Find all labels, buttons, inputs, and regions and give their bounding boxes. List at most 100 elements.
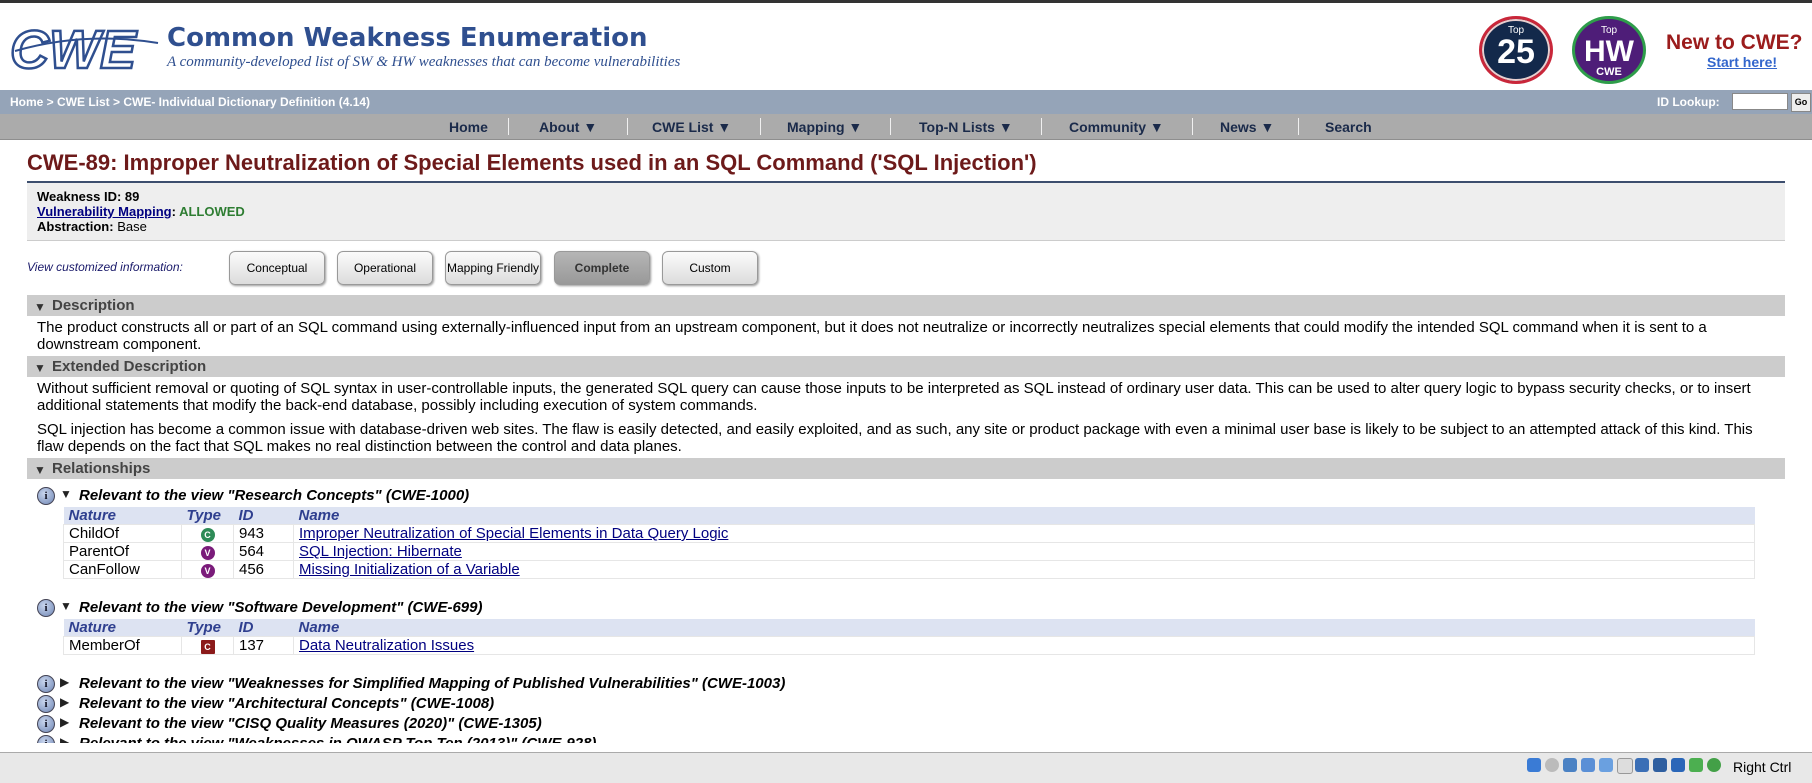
type-cell: C <box>181 524 234 543</box>
category-type-icon: C <box>200 640 215 654</box>
id-cell: 943 <box>233 524 294 543</box>
info-icon[interactable]: i <box>37 675 55 693</box>
extended-description-header[interactable]: ▼ Extended Description <box>27 356 1785 377</box>
mouse-integration-icon[interactable] <box>1707 758 1721 772</box>
nature-cell: CanFollow <box>63 560 182 579</box>
mapping-status: ALLOWED <box>179 204 245 219</box>
relationship-group-research: i ▼ Relevant to the view "Research Conce… <box>27 485 1785 579</box>
breadcrumb[interactable]: Home > CWE List > CWE- Individual Dictio… <box>10 95 370 109</box>
nav-top-n-lists[interactable]: Top-N Lists ▼ <box>919 119 1013 135</box>
nav-about[interactable]: About ▼ <box>539 119 597 135</box>
nature-cell: ParentOf <box>63 542 182 561</box>
relationship-group-title[interactable]: i ▼ Relevant to the view "Software Devel… <box>27 597 1785 619</box>
view-custom-button[interactable]: Custom <box>662 251 758 285</box>
info-icon[interactable]: i <box>37 487 55 505</box>
usb-icon[interactable] <box>1563 758 1577 772</box>
view-mapping-friendly-button[interactable]: Mapping Friendly <box>445 251 541 285</box>
info-icon[interactable]: i <box>37 695 55 713</box>
chevron-down-icon: ▼ <box>34 361 46 375</box>
chevron-right-icon[interactable]: ▶ <box>60 695 69 709</box>
info-icon[interactable]: i <box>37 735 55 743</box>
recording-icon[interactable] <box>1653 758 1667 772</box>
weakness-id-label: Weakness ID: <box>37 189 122 204</box>
page-title: CWE-89: Improper Neutralization of Speci… <box>27 150 1785 183</box>
weakness-link[interactable]: Improper Neutralization of Special Eleme… <box>299 525 728 542</box>
variant-type-icon: V <box>200 546 215 560</box>
weakness-link[interactable]: Data Neutralization Issues <box>299 637 474 654</box>
type-cell: V <box>181 560 234 579</box>
id-cell: 456 <box>233 560 294 579</box>
host-key-label: Right Ctrl <box>1733 759 1792 775</box>
main-content: CWE-89: Improper Neutralization of Speci… <box>27 140 1785 743</box>
id-cell: 564 <box>233 542 294 561</box>
vt-icon[interactable] <box>1689 758 1703 772</box>
nav-mapping[interactable]: Mapping ▼ <box>787 119 862 135</box>
top25-badge[interactable]: Top 25 <box>1479 16 1553 84</box>
type-cell: V <box>181 542 234 561</box>
chevron-right-icon[interactable]: ▶ <box>60 735 69 743</box>
column-name: Name <box>293 507 1755 525</box>
id-cell: 137 <box>233 636 294 655</box>
site-header: CWE Common Weakness Enumeration A commun… <box>0 3 1812 89</box>
collapsed-view-row[interactable]: i ▶ Relevant to the view "CISQ Quality M… <box>27 713 1785 733</box>
name-cell: SQL Injection: Hibernate <box>293 542 1755 561</box>
id-lookup-input[interactable] <box>1732 93 1788 110</box>
display-icon[interactable] <box>1617 758 1633 774</box>
column-nature: Nature <box>63 507 182 525</box>
svg-text:CWE: CWE <box>10 21 138 77</box>
new-to-cwe-heading: New to CWE? <box>1666 31 1803 54</box>
collapsed-view-row[interactable]: i ▶ Relevant to the view "Weaknesses for… <box>27 673 1785 693</box>
chevron-right-icon[interactable]: ▶ <box>60 675 69 689</box>
go-button[interactable]: Go <box>1791 93 1811 112</box>
nav-cwe-list[interactable]: CWE List ▼ <box>652 119 731 135</box>
relationship-group-title[interactable]: i ▼ Relevant to the view "Research Conce… <box>27 485 1785 507</box>
collapsed-view-row[interactable]: i ▶ Relevant to the view "Architectural … <box>27 693 1785 713</box>
cd-icon[interactable] <box>1545 758 1559 772</box>
nav-search[interactable]: Search <box>1325 119 1372 135</box>
collapsed-view-row[interactable]: i ▶ Relevant to the view "Weaknesses in … <box>27 733 1785 743</box>
nav-home[interactable]: Home <box>449 119 488 135</box>
relationships-header[interactable]: ▼ Relationships <box>27 458 1785 479</box>
table-header-row: Nature Type ID Name <box>63 619 1755 637</box>
weakness-link[interactable]: Missing Initialization of a Variable <box>299 561 520 578</box>
capture-icon[interactable] <box>1635 758 1649 772</box>
weakness-link[interactable]: SQL Injection: Hibernate <box>299 543 462 560</box>
view-conceptual-button[interactable]: Conceptual <box>229 251 325 285</box>
relationships-heading: Relationships <box>52 460 151 477</box>
cwe-logo[interactable]: CWE <box>10 21 160 77</box>
relationship-view-title: Relevant to the view "Weaknesses for Sim… <box>79 675 786 692</box>
table-row: MemberOf C 137 Data Neutralization Issue… <box>63 636 1755 655</box>
abstraction-row: Abstraction: Base <box>37 219 1775 234</box>
view-operational-button[interactable]: Operational <box>337 251 433 285</box>
id-lookup-label: ID Lookup: <box>1657 95 1720 109</box>
vulnerability-mapping-link[interactable]: Vulnerability Mapping <box>37 204 172 219</box>
site-title[interactable]: Common Weakness Enumeration <box>167 23 648 53</box>
cpu-icon[interactable] <box>1671 758 1685 772</box>
variant-type-icon: V <box>200 564 215 578</box>
start-here-link[interactable]: Start here! <box>1707 54 1777 70</box>
hdd-icon[interactable] <box>1527 758 1541 772</box>
chevron-down-icon[interactable]: ▼ <box>60 487 72 501</box>
network-icon[interactable] <box>1581 758 1595 772</box>
vm-status-bar: Right Ctrl <box>0 752 1812 783</box>
column-nature: Nature <box>63 619 182 637</box>
chevron-down-icon: ▼ <box>34 463 46 477</box>
weakness-id-value: 89 <box>124 189 140 204</box>
nav-separator <box>1192 118 1193 135</box>
top-hw-badge[interactable]: Top HW CWE <box>1572 16 1646 84</box>
chevron-down-icon[interactable]: ▼ <box>60 599 72 613</box>
nav-community[interactable]: Community ▼ <box>1069 119 1164 135</box>
description-header[interactable]: ▼ Description <box>27 295 1785 316</box>
weakness-id-row: Weakness ID: 89 <box>37 189 1775 204</box>
name-cell: Missing Initialization of a Variable <box>293 560 1755 579</box>
view-complete-button[interactable]: Complete <box>554 251 650 285</box>
info-icon[interactable]: i <box>37 715 55 733</box>
table-row: CanFollow V 456 Missing Initialization o… <box>63 560 1755 579</box>
badge-hw-label: HW <box>1584 35 1634 68</box>
column-type: Type <box>181 619 234 637</box>
info-icon[interactable]: i <box>37 599 55 617</box>
nav-separator <box>508 118 509 135</box>
chevron-right-icon[interactable]: ▶ <box>60 715 69 729</box>
shared-folder-icon[interactable] <box>1599 758 1613 772</box>
nav-news[interactable]: News ▼ <box>1220 119 1274 135</box>
